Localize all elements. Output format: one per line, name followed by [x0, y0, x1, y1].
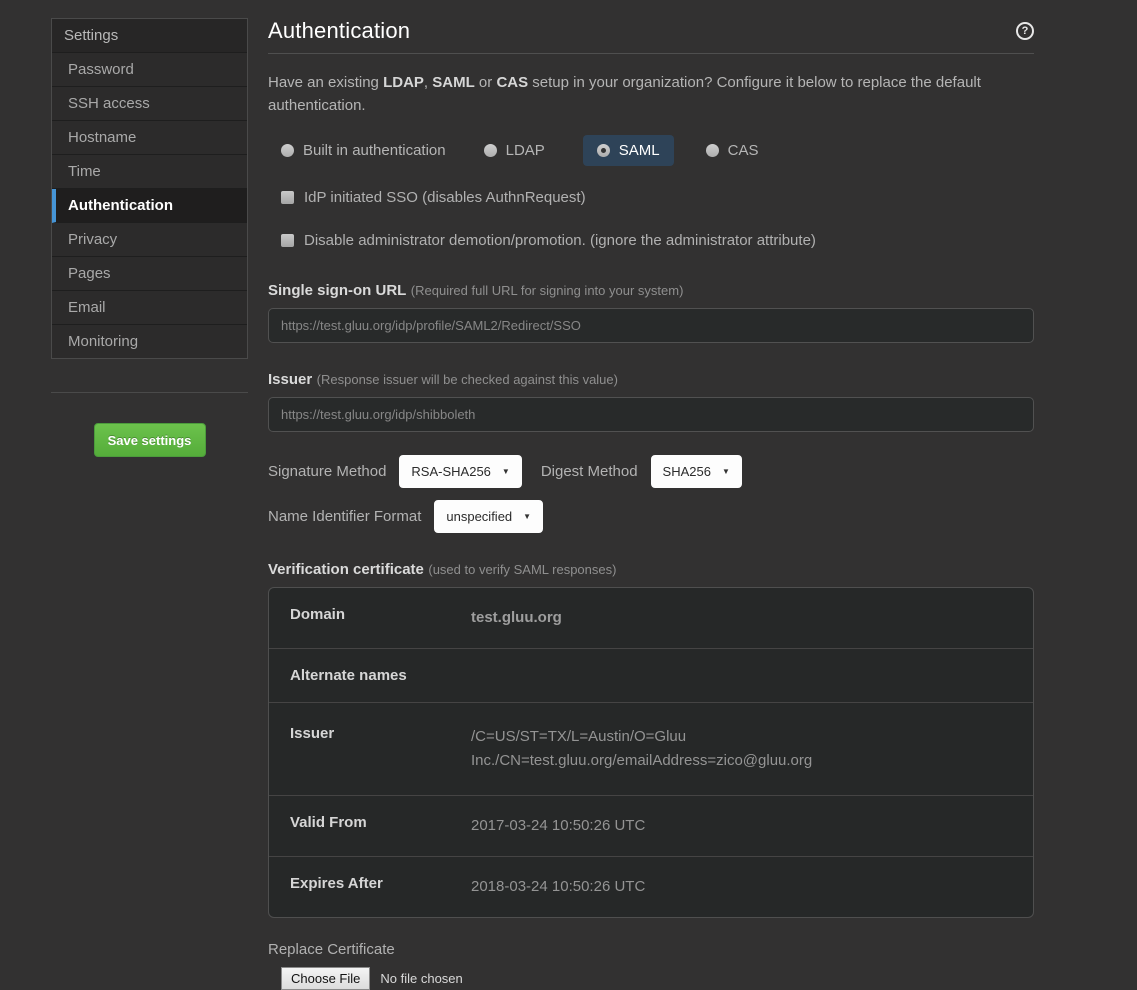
- sidebar-item-pages[interactable]: Pages: [52, 257, 247, 291]
- page-title: Authentication: [268, 18, 410, 44]
- signature-digest-row: Signature Method RSA-SHA256 ▼ Digest Met…: [268, 455, 1034, 488]
- main-content: Authentication ? Have an existing LDAP, …: [268, 18, 1034, 990]
- radio-cas[interactable]: CAS: [706, 142, 759, 159]
- sidebar-item-monitoring[interactable]: Monitoring: [52, 325, 247, 358]
- radio-saml[interactable]: SAML: [583, 135, 674, 166]
- issuer-label: Issuer (Response issuer will be checked …: [268, 371, 1034, 389]
- sso-url-input[interactable]: [268, 308, 1034, 343]
- settings-menu: Settings Password SSH access Hostname Ti…: [51, 18, 248, 359]
- table-row-expires-after: Expires After 2018-03-24 10:50:26 UTC: [269, 856, 1033, 917]
- choose-file-button[interactable]: Choose File: [281, 967, 370, 990]
- name-identifier-format-label: Name Identifier Format: [268, 508, 421, 525]
- chevron-down-icon: ▼: [722, 467, 730, 476]
- intro-text: Have an existing LDAP, SAML or CAS setup…: [268, 71, 1008, 118]
- chevron-down-icon: ▼: [523, 512, 531, 521]
- help-icon[interactable]: ?: [1016, 22, 1034, 40]
- radio-icon: [484, 144, 497, 157]
- name-identifier-format-select[interactable]: unspecified ▼: [434, 500, 543, 533]
- title-divider: [268, 53, 1034, 54]
- checkbox-label: Disable administrator demotion/promotion…: [304, 232, 816, 249]
- name-identifier-row: Name Identifier Format unspecified ▼: [268, 500, 1034, 533]
- digest-method-select[interactable]: SHA256 ▼: [651, 455, 742, 488]
- issuer-input[interactable]: [268, 397, 1034, 432]
- table-row-issuer: Issuer /C=US/ST=TX/L=Austin/O=Gluu Inc./…: [269, 702, 1033, 795]
- chevron-down-icon: ▼: [502, 467, 510, 476]
- selected-value: RSA-SHA256: [411, 464, 490, 479]
- sidebar-item-authentication[interactable]: Authentication: [52, 189, 247, 223]
- checkbox-icon: [281, 191, 294, 204]
- checkbox-disable-admin-demotion[interactable]: Disable administrator demotion/promotion…: [281, 232, 1034, 249]
- selected-value: unspecified: [446, 509, 512, 524]
- certificate-file-input: Choose File No file chosen: [281, 967, 1034, 990]
- sidebar-item-time[interactable]: Time: [52, 155, 247, 189]
- settings-page: Settings Password SSH access Hostname Ti…: [0, 0, 1137, 990]
- checkbox-icon: [281, 234, 294, 247]
- verification-certificate-label: Verification certificate (used to verify…: [268, 561, 1034, 579]
- digest-method-label: Digest Method: [541, 463, 638, 480]
- sidebar-item-password[interactable]: Password: [52, 53, 247, 87]
- sso-url-group: Single sign-on URL (Required full URL fo…: [268, 282, 1034, 343]
- auth-method-radio-group: Built in authentication LDAP SAML CAS: [281, 134, 1034, 167]
- radio-checked-icon: [597, 144, 610, 157]
- sidebar-item-hostname[interactable]: Hostname: [52, 121, 247, 155]
- table-row-domain: Domain test.gluu.org: [269, 588, 1033, 648]
- sidebar-divider: [51, 392, 248, 393]
- radio-label: LDAP: [506, 142, 545, 159]
- radio-built-in-authentication[interactable]: Built in authentication: [281, 142, 446, 159]
- radio-ldap[interactable]: LDAP: [484, 142, 545, 159]
- file-chosen-status: No file chosen: [380, 971, 462, 986]
- sidebar-item-privacy[interactable]: Privacy: [52, 223, 247, 257]
- radio-label: CAS: [728, 142, 759, 159]
- sidebar-item-ssh-access[interactable]: SSH access: [52, 87, 247, 121]
- sso-url-label: Single sign-on URL (Required full URL fo…: [268, 282, 1034, 300]
- sidebar: Settings Password SSH access Hostname Ti…: [51, 18, 248, 457]
- replace-certificate-label: Replace Certificate: [268, 941, 1034, 958]
- checkbox-label: IdP initiated SSO (disables AuthnRequest…: [304, 189, 586, 206]
- issuer-group: Issuer (Response issuer will be checked …: [268, 371, 1034, 432]
- table-row-valid-from: Valid From 2017-03-24 10:50:26 UTC: [269, 795, 1033, 856]
- sidebar-item-email[interactable]: Email: [52, 291, 247, 325]
- signature-method-label: Signature Method: [268, 463, 386, 480]
- signature-method-select[interactable]: RSA-SHA256 ▼: [399, 455, 521, 488]
- certificate-table: Domain test.gluu.org Alternate names Iss…: [268, 587, 1034, 918]
- radio-label: SAML: [619, 142, 660, 159]
- checkbox-idp-initiated-sso[interactable]: IdP initiated SSO (disables AuthnRequest…: [281, 189, 1034, 206]
- table-row-alternate-names: Alternate names: [269, 648, 1033, 702]
- verification-certificate-section: Verification certificate (used to verify…: [268, 561, 1034, 918]
- save-settings-button[interactable]: Save settings: [94, 423, 206, 457]
- page-header: Authentication ?: [268, 18, 1034, 44]
- selected-value: SHA256: [663, 464, 711, 479]
- radio-icon: [706, 144, 719, 157]
- radio-label: Built in authentication: [303, 142, 446, 159]
- radio-icon: [281, 144, 294, 157]
- sidebar-header: Settings: [52, 19, 247, 53]
